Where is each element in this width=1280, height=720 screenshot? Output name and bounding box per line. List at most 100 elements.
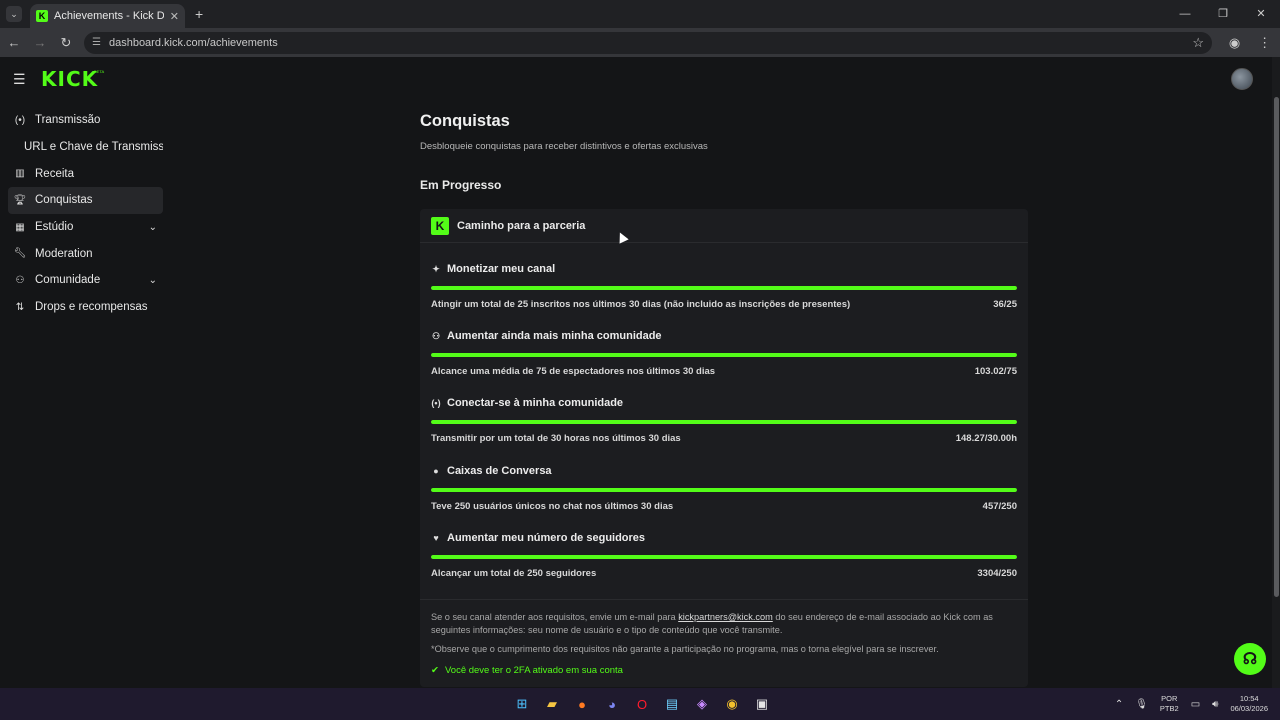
window-controls: — ❐ ✕ [1166, 0, 1280, 28]
sidebar-item-comunidade[interactable]: ⚇ Comunidade ⌄ [8, 267, 163, 294]
heart-icon: ♥ [433, 532, 439, 543]
progress-bar [431, 554, 1017, 559]
goal-item: (•) Conectar-se à minha comunidade Transm… [431, 387, 1017, 454]
back-icon[interactable]: ← [2, 35, 26, 50]
kick-logo[interactable]: KICK [41, 67, 98, 91]
chrome-icon[interactable]: ◉ [720, 692, 744, 716]
user-avatar[interactable] [1231, 68, 1253, 90]
windows-start-icon[interactable]: ⊞ [510, 692, 534, 716]
progress-bar [431, 286, 1017, 290]
new-tab-icon[interactable]: + [195, 6, 203, 22]
tab-title: Achievements - Kick Dashboard [54, 10, 164, 22]
sparkle-icon: ✦ [432, 263, 440, 274]
more-menu-icon[interactable]: ⋮ [1258, 35, 1271, 51]
chat-icon: ● [433, 465, 439, 476]
users-icon: ⚇ [431, 330, 441, 341]
tab-close-icon[interactable]: ✕ [170, 10, 179, 23]
partner-email-link[interactable]: kickpartners@kick.com [678, 612, 773, 622]
reload-icon[interactable]: ↻ [54, 35, 78, 51]
language-indicator[interactable]: POR PTB2 [1160, 694, 1179, 714]
card-header: K Caminho para a parceria [420, 209, 1028, 243]
goal-description: Teve 250 usuários únicos no chat nos últ… [431, 500, 674, 512]
goal-value: 148.27/30.00h [955, 433, 1017, 445]
broadcast-icon: (•) [14, 114, 26, 126]
twofa-requirement: ✔ Você deve ter o 2FA ativado em sua cont… [431, 664, 1017, 677]
volume-icon[interactable]: 🔊︎ [1212, 699, 1218, 710]
editor-app-icon[interactable]: ▣ [750, 692, 774, 716]
lang-line: POR [1161, 694, 1178, 703]
sidebar-item-conquistas[interactable]: 🏆︎ Conquistas [8, 187, 163, 214]
game-app-icon[interactable]: ◈ [690, 692, 714, 716]
site-info-icon[interactable]: ☰ [92, 37, 101, 48]
card-title: Caminho para a parceria [457, 219, 586, 232]
tray-expand-icon[interactable]: ⌃ [1115, 699, 1123, 710]
progress-bar [431, 353, 1017, 358]
restore-icon[interactable]: ❐ [1204, 0, 1242, 28]
goal-item: ● Caixas de Conversa Teve 250 usuários ún… [431, 455, 1017, 522]
kick-badge-icon: K [431, 216, 449, 235]
microphone-icon[interactable]: 🎙︎ [1135, 699, 1148, 710]
chevron-down-icon[interactable]: ⌄ [149, 275, 157, 286]
notepad-icon[interactable]: ▤ [660, 692, 684, 716]
url-text: dashboard.kick.com/achievements [108, 36, 278, 49]
sidebar-item-label: Transmissão [35, 114, 101, 127]
sidebar-item-label: Moderation [35, 247, 93, 260]
sidebar-item-label: Drops e recompensas [35, 301, 148, 314]
goal-description: Alcance uma média de 75 de espectadores … [431, 366, 716, 378]
minimize-icon[interactable]: — [1166, 0, 1204, 28]
tab-search-menu-icon[interactable]: ⌄ [6, 6, 22, 22]
community-icon: ⚇ [15, 274, 25, 286]
broadcast-icon: (•) [431, 398, 441, 409]
forward-icon[interactable]: → [28, 35, 52, 50]
headset-icon: ☊ [1242, 651, 1258, 668]
goal-list: ✦ Monetizar meu canal Atingir um total de… [420, 243, 1028, 589]
footer-instructions: Se o seu canal atender aos requisitos, e… [431, 611, 1017, 637]
sidebar-item-url-chave[interactable]: URL e Chave de Transmissão [8, 134, 163, 161]
main-content: Conquistas Desbloqueie conquistas para r… [420, 112, 1028, 687]
network-icon[interactable]: ▭ [1191, 699, 1200, 710]
sidebar-item-receita[interactable]: ▥ Receita [8, 160, 163, 187]
studio-icon: ▦ [15, 221, 25, 233]
goal-item: ✦ Monetizar meu canal Atingir um total de… [431, 253, 1017, 320]
page-subtitle: Desbloqueie conquistas para receber dist… [420, 141, 708, 152]
goal-title: Caixas de Conversa [447, 464, 552, 477]
discord-icon[interactable]: ◕ [600, 692, 624, 716]
goal-title: Monetizar meu canal [447, 263, 556, 275]
twofa-text: Você deve ter o 2FA ativado em sua conta [444, 664, 623, 676]
goal-description: Alcançar um total de 250 seguidores [431, 567, 597, 579]
bookmark-star-icon[interactable]: ☆ [1192, 35, 1204, 51]
clock[interactable]: 10:54 06/03/2026 [1230, 694, 1268, 714]
browser-tab-bar: ⌄ K Achievements - Kick Dashboard ✕ + — … [0, 0, 1280, 28]
file-explorer-icon[interactable]: ▰ [540, 692, 564, 716]
goal-item: ♥ Aumentar meu número de seguidores Alcan… [431, 522, 1017, 589]
sidebar-item-estudio[interactable]: ▦ Estúdio ⌄ [8, 214, 163, 241]
firefox-icon[interactable]: ● [570, 692, 594, 716]
hamburger-menu-icon[interactable]: ☰ [13, 71, 29, 88]
page-title: Conquistas [420, 112, 510, 130]
goal-title: Conectar-se à minha comunidade [447, 397, 624, 410]
url-field[interactable]: ☰ dashboard.kick.com/achievements ☆ [84, 31, 1212, 54]
sidebar-item-transmissao[interactable]: (•) Transmissão [8, 107, 163, 134]
help-chat-button[interactable]: ☊ [1234, 643, 1266, 675]
progress-bar [431, 420, 1017, 425]
sidebar-item-moderation[interactable]: 🔧︎ Moderation [8, 240, 163, 267]
clock-date: 06/03/2026 [1230, 704, 1268, 713]
chevron-down-icon[interactable]: ⌄ [149, 222, 157, 233]
goal-value: 103.02/75 [974, 366, 1017, 378]
progress-fill [431, 286, 1017, 290]
kick-favicon-icon: K [36, 10, 48, 22]
scrollbar-thumb[interactable] [1274, 97, 1279, 597]
partnership-card: K Caminho para a parceria ✦ Monetizar meu… [420, 209, 1028, 687]
profile-icon[interactable]: ◉ [1229, 35, 1240, 51]
footer-text: Se o seu canal atender aos requisitos, e… [431, 611, 679, 622]
goal-item: ⚇ Aumentar ainda mais minha comunidade Al… [431, 320, 1017, 387]
close-window-icon[interactable]: ✕ [1242, 0, 1280, 28]
sidebar-item-drops[interactable]: ⇅ Drops e recompensas [8, 294, 163, 321]
sidebar-item-label: Receita [35, 167, 74, 180]
lang-line: PTB2 [1159, 704, 1179, 713]
gift-icon: ⇅ [15, 301, 25, 313]
opera-icon[interactable]: O [630, 692, 654, 716]
scrollbar[interactable] [1272, 57, 1280, 688]
progress-fill [431, 353, 1017, 358]
browser-tab[interactable]: K Achievements - Kick Dashboard ✕ [30, 4, 185, 28]
